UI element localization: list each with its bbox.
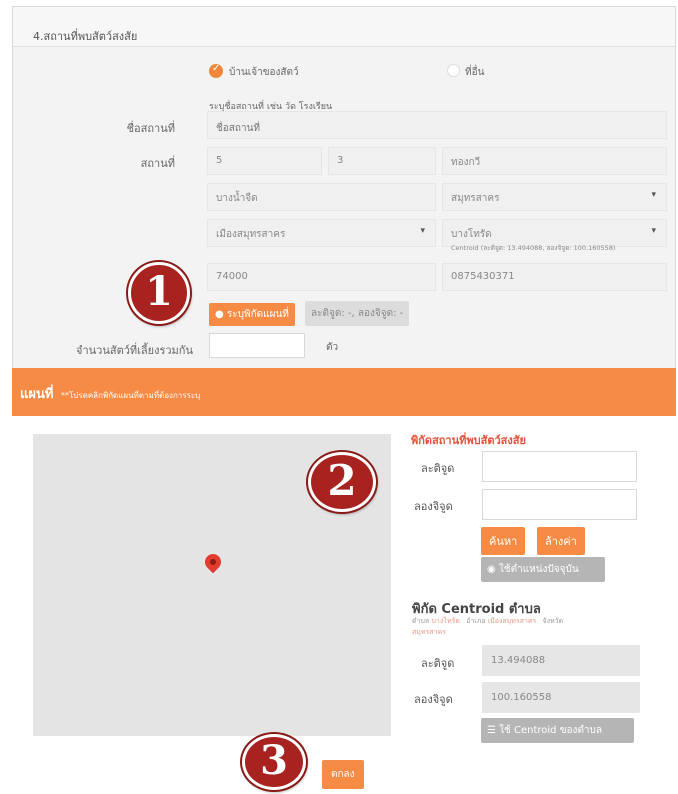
centroid-subdistrict-value: บางโทรัด bbox=[431, 617, 460, 625]
radio-owner-house-label: บ้านเจ้าของสัตว์ bbox=[229, 67, 299, 78]
house-number-input[interactable]: 5 bbox=[207, 147, 322, 175]
use-current-location-label: ใช้ตำแหน่งปัจจุบัน bbox=[498, 564, 579, 575]
section-title: 4.สถานที่พบสัตว์สงสัย bbox=[13, 7, 675, 47]
centroid-district-value: เมืองสมุทรสาคร bbox=[487, 617, 537, 625]
lng-input[interactable] bbox=[482, 489, 637, 520]
confirm-button[interactable]: ตกลง bbox=[322, 760, 364, 789]
clear-coords-button[interactable]: ล้างค่า bbox=[537, 527, 585, 555]
map-marker-icon[interactable] bbox=[201, 550, 225, 574]
list-icon: ☰ bbox=[487, 725, 496, 736]
coords-panel-title: พิกัดสถานที่พบสัตว์สงสัย bbox=[411, 434, 526, 447]
district-select-value: เมืองสมุทรสาคร bbox=[216, 229, 286, 240]
location-target-icon: ◉ bbox=[487, 564, 496, 575]
place-name-label: ชื่อสถานที่ bbox=[126, 122, 175, 135]
locate-on-map-button[interactable]: ● ระบุพิกัดแผนที่ bbox=[209, 303, 295, 326]
centroid-district-label: อำเภอ bbox=[466, 617, 486, 625]
province-select[interactable]: สมุทรสาคร ▾ bbox=[442, 183, 667, 211]
annotation-badge-3: 3 bbox=[242, 734, 306, 790]
centroid-lat-label: ละติจูด bbox=[421, 657, 455, 670]
annotation-badge-2: 2 bbox=[308, 452, 376, 512]
animal-count-label: จำนวนสัตว์ที่เลี้ยงรวมกัน bbox=[76, 344, 193, 357]
chevron-down-icon: ▾ bbox=[420, 226, 425, 236]
use-centroid-button[interactable]: ☰ ใช้ Centroid ของตำบล bbox=[481, 718, 634, 743]
animal-count-input[interactable] bbox=[209, 333, 305, 358]
postcode-input[interactable]: 74000 bbox=[207, 263, 436, 291]
chevron-down-icon: ▾ bbox=[651, 226, 656, 236]
province-select-value: สมุทรสาคร bbox=[451, 193, 500, 204]
centroid-lng-label: ลองจิจูด bbox=[414, 693, 453, 706]
locate-on-map-label: ระบุพิกัดแผนที่ bbox=[226, 309, 289, 320]
map-section-header: แผนที่ **โปรดคลิกพิกัดแผนที่ตามที่ต้องกา… bbox=[12, 368, 676, 416]
selected-coords-chip: ละติจูด: -, ลองจิจูด: - bbox=[305, 301, 410, 326]
map-title: แผนที่ bbox=[20, 387, 54, 402]
address-label: สถานที่ bbox=[140, 157, 175, 170]
centroid-note: Centroid (ละติจูด: 13.494088, ลองจิจูด: … bbox=[451, 244, 616, 252]
lat-label: ละติจูด bbox=[421, 462, 455, 475]
phone-input[interactable]: 0875430371 bbox=[442, 263, 667, 291]
radio-checked-icon bbox=[209, 63, 223, 78]
location-form-section: 4.สถานที่พบสัตว์สงสัย บ้านเจ้าของสัตว์ ท… bbox=[12, 6, 676, 368]
district-select[interactable]: เมืองสมุทรสาคร ▾ bbox=[207, 219, 436, 247]
centroid-lng-field: 100.160558 bbox=[482, 682, 640, 713]
centroid-subdistrict-label: ตำบล bbox=[412, 617, 430, 625]
use-current-location-button[interactable]: ◉ ใช้ตำแหน่งปัจจุบัน bbox=[481, 557, 605, 582]
centroid-lat-field: 13.494088 bbox=[482, 645, 640, 676]
lng-label: ลองจิจูด bbox=[414, 500, 453, 513]
annotation-badge-1: 1 bbox=[128, 262, 190, 324]
map-pin-icon: ● bbox=[215, 309, 224, 320]
lat-input[interactable] bbox=[482, 451, 637, 482]
animal-count-unit: ตัว bbox=[326, 342, 339, 353]
centroid-province-value: สมุทรสาคร bbox=[412, 628, 446, 636]
centroid-province-label: จังหวัด bbox=[542, 617, 564, 625]
map-note: **โปรดคลิกพิกัดแผนที่ตามที่ต้องการระบุ bbox=[60, 391, 201, 400]
search-coords-button[interactable]: ค้นหา bbox=[481, 527, 526, 555]
use-centroid-label: ใช้ Centroid ของตำบล bbox=[499, 725, 603, 736]
subdistrict-input[interactable]: บางน้ำจืด bbox=[207, 183, 436, 211]
radio-other-place-label: ที่อื่น bbox=[465, 67, 485, 78]
moo-input[interactable]: 3 bbox=[328, 147, 436, 175]
place-name-input[interactable] bbox=[207, 111, 667, 139]
chevron-down-icon: ▾ bbox=[651, 190, 656, 200]
road-input[interactable]: ทองกวี bbox=[442, 147, 667, 175]
subdistrict-select-value: บางโทรัด bbox=[451, 229, 492, 240]
centroid-location-line: ตำบล บางโทรัด อำเภอ เมืองสมุทรสาคร จังหว… bbox=[412, 616, 563, 627]
radio-unchecked-icon bbox=[447, 64, 460, 77]
